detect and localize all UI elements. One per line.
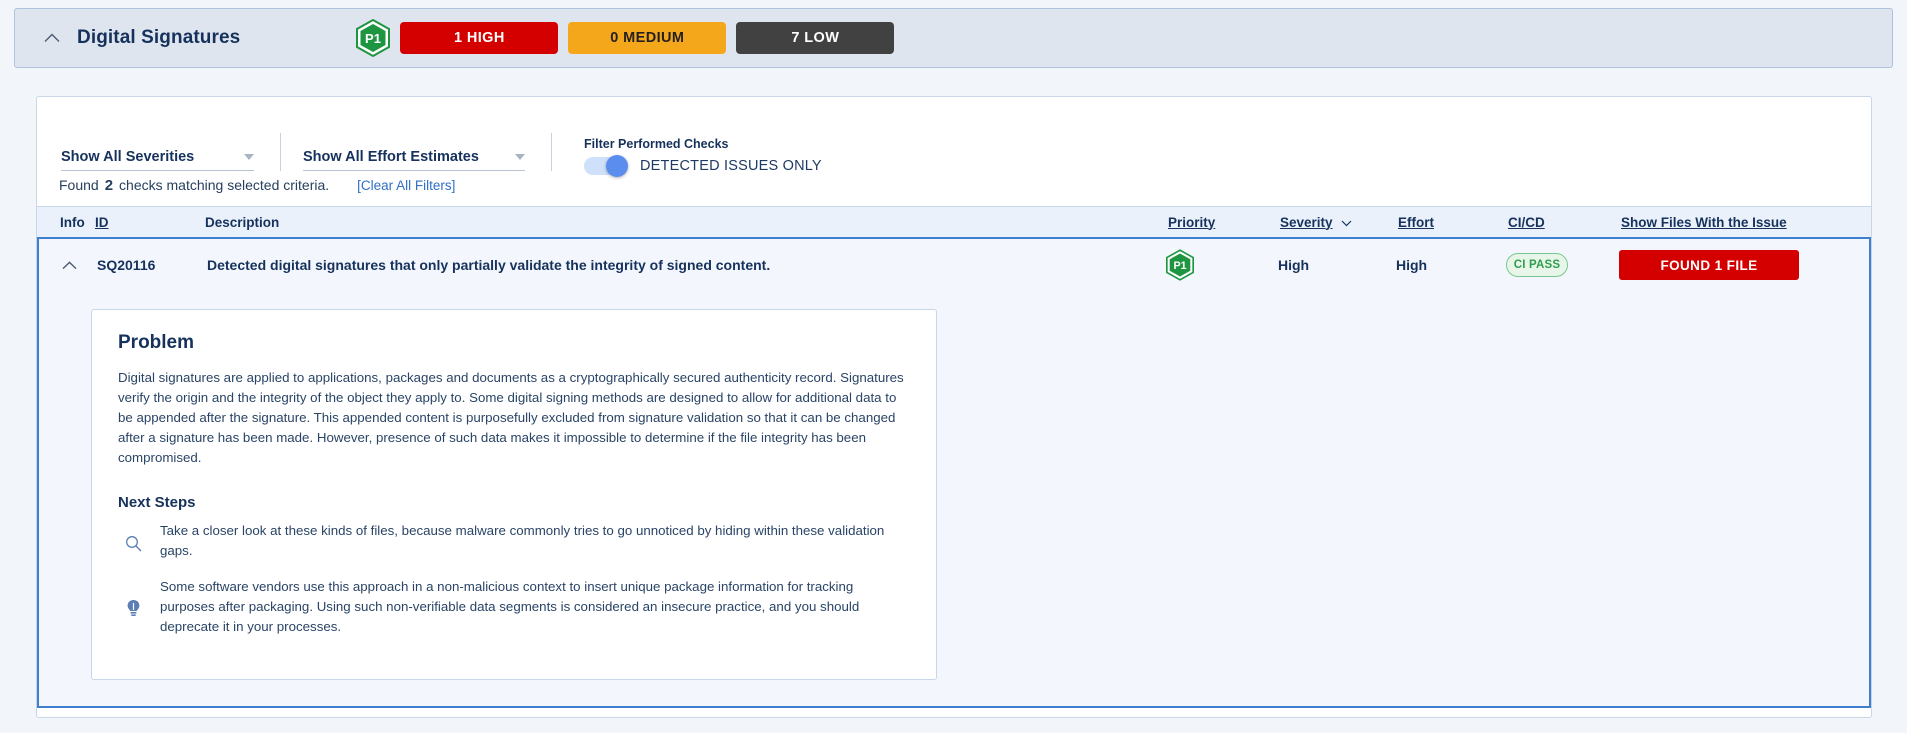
row-check-id: SQ20116 [97,257,156,273]
toggle-label: DETECTED ISSUES ONLY [640,158,822,174]
column-header-info: Info [60,214,85,230]
badge-low[interactable]: 7 LOW [736,22,895,54]
column-header-description: Description [205,214,280,230]
problem-text: Digital signatures are applied to applic… [118,370,904,465]
next-step-item: Take a closer look at these kinds of fil… [118,521,910,561]
toggle-knob [606,155,628,177]
filter-divider [280,133,281,171]
checks-panel: Show All Severities Show All Effort Esti… [36,96,1872,718]
next-step-text: Take a closer look at these kinds of fil… [160,523,885,558]
chevron-up-icon[interactable] [39,25,65,51]
chevron-down-icon [244,154,254,160]
column-header-severity-label: Severity [1280,214,1333,230]
next-step-item: Some software vendors use this approach … [118,577,910,637]
status-badge-ci-pass: CI PASS [1506,253,1568,277]
badge-high[interactable]: 1 HIGH [400,22,559,54]
column-header-cicd[interactable]: CI/CD [1508,215,1621,230]
page-title: Digital Signatures [77,27,241,48]
section-header: Digital Signatures P1 1 HIGH 0 MEDIUM 7 … [14,8,1893,68]
priority-p1-icon: P1 [1166,249,1194,281]
found-suffix: checks matching selected criteria. [119,177,330,193]
severity-filter-label: Show All Severities [61,149,195,165]
found-count: 2 [104,177,114,194]
clear-all-filters-link[interactable]: [Clear All Filters] [357,178,455,193]
detected-issues-filter: Filter Performed Checks DETECTED ISSUES … [584,137,822,177]
row-priority: P1 [1166,249,1278,281]
priority-p1-icon: P1 [356,19,391,57]
row-files-cell: FOUND 1 FILE [1619,250,1869,280]
row-cicd: CI PASS [1506,253,1619,277]
column-header-effort[interactable]: Effort [1398,215,1508,230]
effort-filter-label: Show All Effort Estimates [303,149,479,165]
row-effort: High [1396,257,1428,273]
filter-divider [551,133,552,171]
found-files-button[interactable]: FOUND 1 FILE [1619,250,1799,280]
svg-text:P1: P1 [1173,260,1186,272]
problem-heading: Problem [118,332,195,353]
row-detail-area: Problem Digital signatures are applied t… [39,291,1869,706]
expanded-check-row: SQ20116 Detected digital signatures that… [37,237,1871,708]
badge-medium[interactable]: 0 MEDIUM [568,22,727,54]
lightbulb-icon [122,577,144,618]
magnifier-icon [122,521,144,552]
severity-filter-select[interactable]: Show All Severities [61,149,254,171]
effort-filter-select[interactable]: Show All Effort Estimates [303,149,525,171]
column-header-id[interactable]: ID [95,215,205,230]
found-prefix: Found [59,177,99,193]
next-step-text: Some software vendors use this approach … [160,579,860,634]
column-header-priority[interactable]: Priority [1168,215,1280,230]
table-header-row: Info ID Description Priority Severity Ef… [37,206,1871,238]
row-description: Detected digital signatures that only pa… [207,257,771,273]
column-header-files[interactable]: Show Files With the Issue [1621,215,1871,230]
next-steps-heading: Next Steps [118,494,196,511]
detected-issues-toggle[interactable] [584,155,628,177]
chevron-down-icon [1341,220,1352,226]
filter-bar: Show All Severities Show All Effort Esti… [37,97,1871,177]
severity-badge-group: P1 1 HIGH 0 MEDIUM 7 LOW [356,19,895,57]
row-collapse-chevron-up-icon[interactable] [56,252,82,278]
chevron-down-icon [515,154,525,160]
checks-table: Info ID Description Priority Severity Ef… [37,206,1871,708]
results-summary: Found 2 checks matching selected criteri… [37,171,1871,206]
svg-text:P1: P1 [365,31,381,46]
row-severity: High [1278,257,1310,273]
problem-card: Problem Digital signatures are applied t… [91,309,937,680]
column-header-severity[interactable]: Severity [1280,215,1398,230]
table-row[interactable]: SQ20116 Detected digital signatures that… [39,239,1869,291]
toggle-caption: Filter Performed Checks [584,137,729,151]
